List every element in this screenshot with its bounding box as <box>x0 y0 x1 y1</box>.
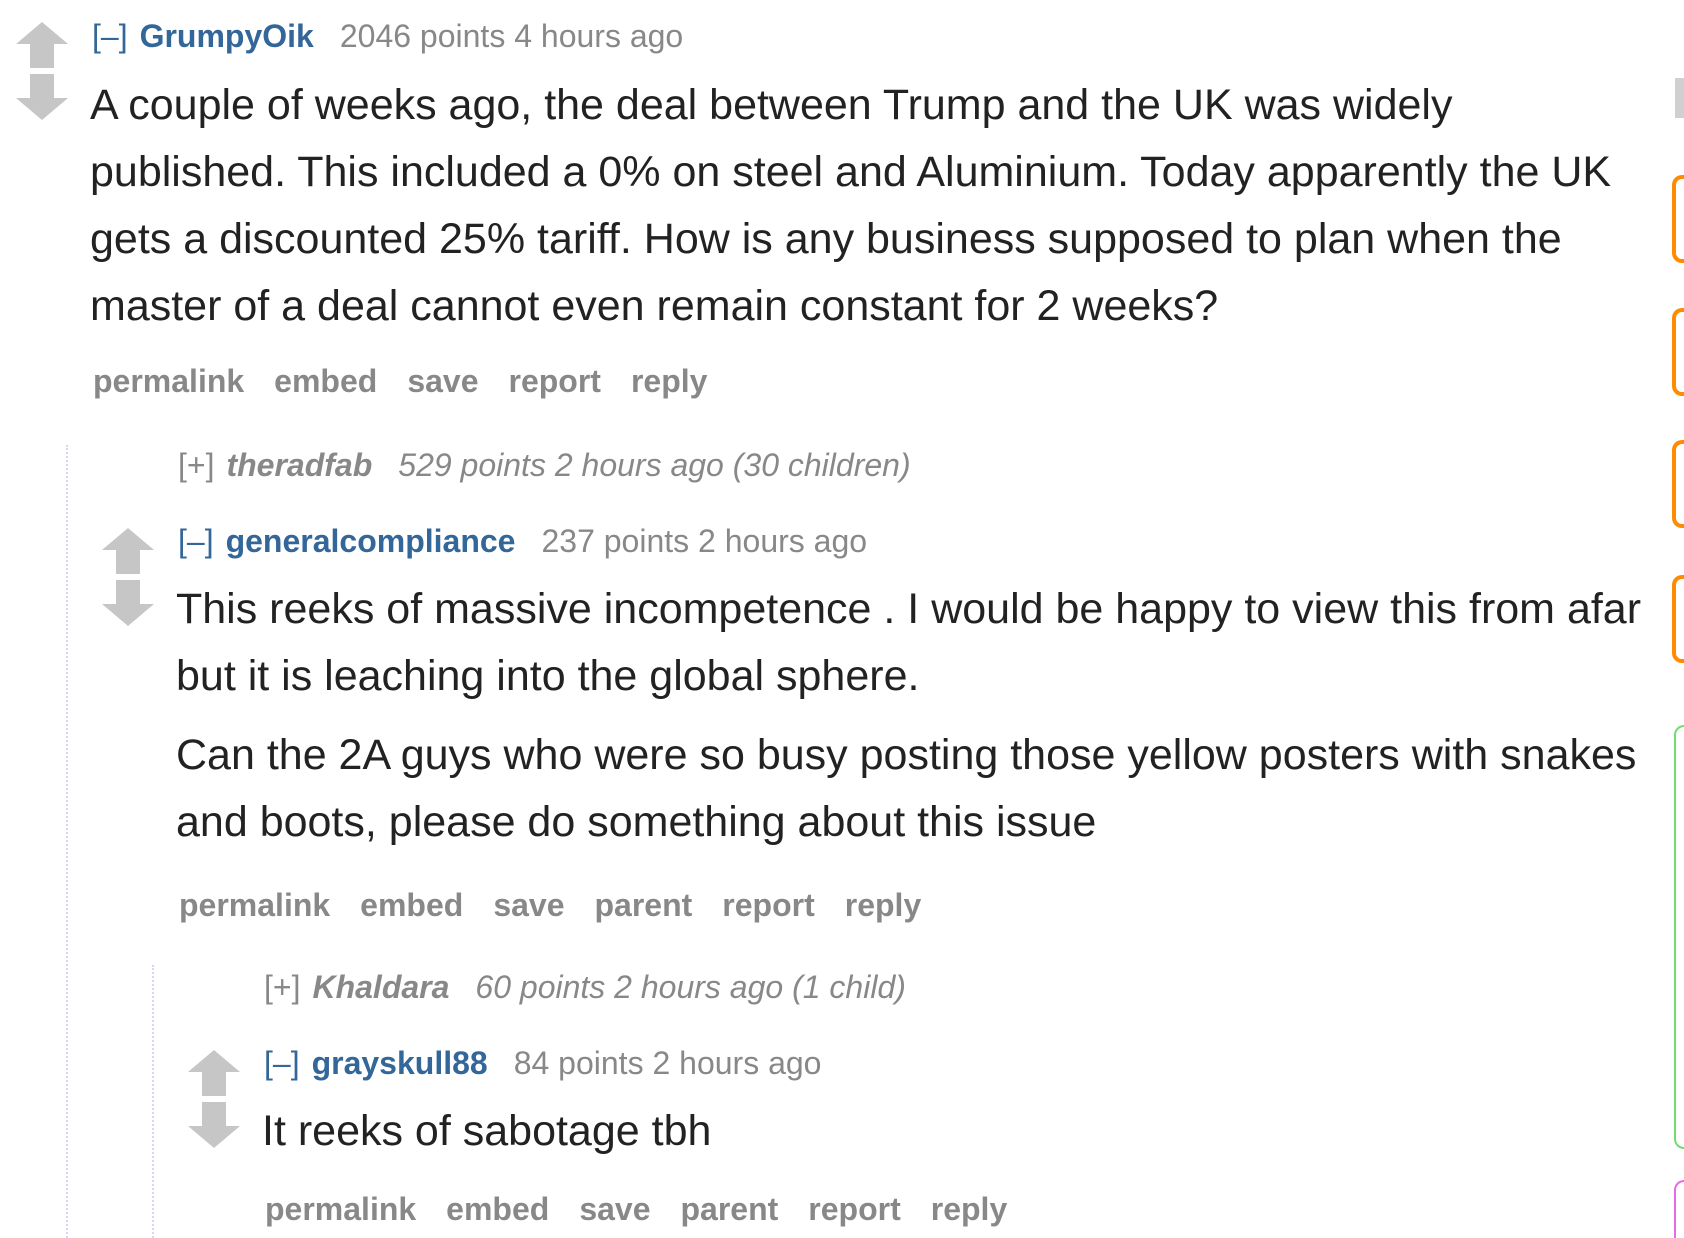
upvote-arrow-icon[interactable] <box>16 22 68 68</box>
comment-tagline: [+] theradfab 529 points 2 hours ago (30 c… <box>178 446 911 484</box>
sidebar-edge-fragment <box>1675 78 1684 118</box>
comment-grumpyoik: [–] GrumpyOik 2046 points 4 hours ago A co… <box>0 0 1660 420</box>
comment-meta: 529 points 2 hours ago (30 children) <box>398 447 911 483</box>
comment-paragraph: A couple of weeks ago, the deal between … <box>90 81 1612 330</box>
comment-tagline: [–] generalcompliance 237 points 2 hours a… <box>178 522 867 560</box>
sidebar-panel-edge <box>1674 1180 1684 1238</box>
comment-page: [–] GrumpyOik 2046 points 4 hours ago A co… <box>0 0 1684 1238</box>
save-button[interactable]: save <box>579 1191 650 1227</box>
embed-button[interactable]: embed <box>274 363 377 399</box>
permalink-button[interactable]: permalink <box>93 363 244 399</box>
author-link[interactable]: generalcompliance <box>226 523 516 559</box>
comment-meta: 84 points 2 hours ago <box>513 1045 822 1081</box>
comment-generalcompliance: [–] generalcompliance 237 points 2 hours a… <box>0 500 1660 940</box>
sidebar-button-edge[interactable] <box>1672 575 1684 663</box>
expand-toggle[interactable]: [+] <box>178 447 214 483</box>
comment-tagline: [–] grayskull88 84 points 2 hours ago <box>264 1044 821 1082</box>
comment-body: It reeks of sabotage tbh <box>262 1098 1660 1165</box>
permalink-button[interactable]: permalink <box>265 1191 416 1227</box>
embed-button[interactable]: embed <box>360 887 463 923</box>
permalink-button[interactable]: permalink <box>179 887 330 923</box>
collapse-toggle[interactable]: [–] <box>178 523 214 559</box>
comment-meta: 60 points 2 hours ago (1 child) <box>475 969 906 1005</box>
collapse-toggle[interactable]: [–] <box>264 1045 300 1081</box>
comment-buttons: permalink embed save parent report reply <box>265 1190 1037 1228</box>
downvote-arrow-icon[interactable] <box>188 1102 240 1148</box>
report-button[interactable]: report <box>509 363 601 399</box>
report-button[interactable]: report <box>722 887 814 923</box>
sidebar-button-edge[interactable] <box>1672 175 1684 263</box>
comment-meta: 2046 points 4 hours ago <box>339 18 684 54</box>
comment-paragraph: This reeks of massive incompetence . I w… <box>176 585 1642 700</box>
comment-body: A couple of weeks ago, the deal between … <box>90 72 1660 340</box>
collapse-toggle[interactable]: [–] <box>92 18 128 54</box>
comment-khaldara-collapsed: [+] Khaldara 60 points 2 hours ago (1 chil… <box>0 962 1660 1012</box>
comment-tagline: [+] Khaldara 60 points 2 hours ago (1 chil… <box>264 968 906 1006</box>
author-link[interactable]: theradfab <box>226 447 372 483</box>
author-link[interactable]: Khaldara <box>312 969 449 1005</box>
author-link[interactable]: GrumpyOik <box>140 18 314 54</box>
comment-tagline: [–] GrumpyOik 2046 points 4 hours ago <box>92 17 683 55</box>
downvote-arrow-icon[interactable] <box>102 580 154 626</box>
sidebar-panel-edge <box>1674 725 1684 1149</box>
sidebar-button-edge[interactable] <box>1672 308 1684 396</box>
comment-buttons: permalink embed save parent report reply <box>179 886 951 924</box>
comment-theradfab-collapsed: [+] theradfab 529 points 2 hours ago (30 c… <box>0 440 1660 490</box>
save-button[interactable]: save <box>407 363 478 399</box>
report-button[interactable]: report <box>808 1191 900 1227</box>
comment-paragraph: It reeks of sabotage tbh <box>262 1107 712 1155</box>
comment-grayskull88: [–] grayskull88 84 points 2 hours ago It r… <box>0 1020 1660 1238</box>
reply-button[interactable]: reply <box>631 363 707 399</box>
parent-button[interactable]: parent <box>595 887 693 923</box>
expand-toggle[interactable]: [+] <box>264 969 300 1005</box>
upvote-arrow-icon[interactable] <box>102 528 154 574</box>
reply-button[interactable]: reply <box>931 1191 1007 1227</box>
comment-paragraph: Can the 2A guys who were so busy posting… <box>176 731 1637 846</box>
upvote-arrow-icon[interactable] <box>188 1050 240 1096</box>
downvote-arrow-icon[interactable] <box>16 74 68 120</box>
reply-button[interactable]: reply <box>845 887 921 923</box>
author-link[interactable]: grayskull88 <box>312 1045 488 1081</box>
embed-button[interactable]: embed <box>446 1191 549 1227</box>
parent-button[interactable]: parent <box>681 1191 779 1227</box>
save-button[interactable]: save <box>493 887 564 923</box>
sidebar-button-edge[interactable] <box>1672 440 1684 528</box>
comment-meta: 237 points 2 hours ago <box>541 523 868 559</box>
comment-buttons: permalink embed save report reply <box>93 362 737 400</box>
comment-body: This reeks of massive incompetence . I w… <box>176 576 1660 856</box>
